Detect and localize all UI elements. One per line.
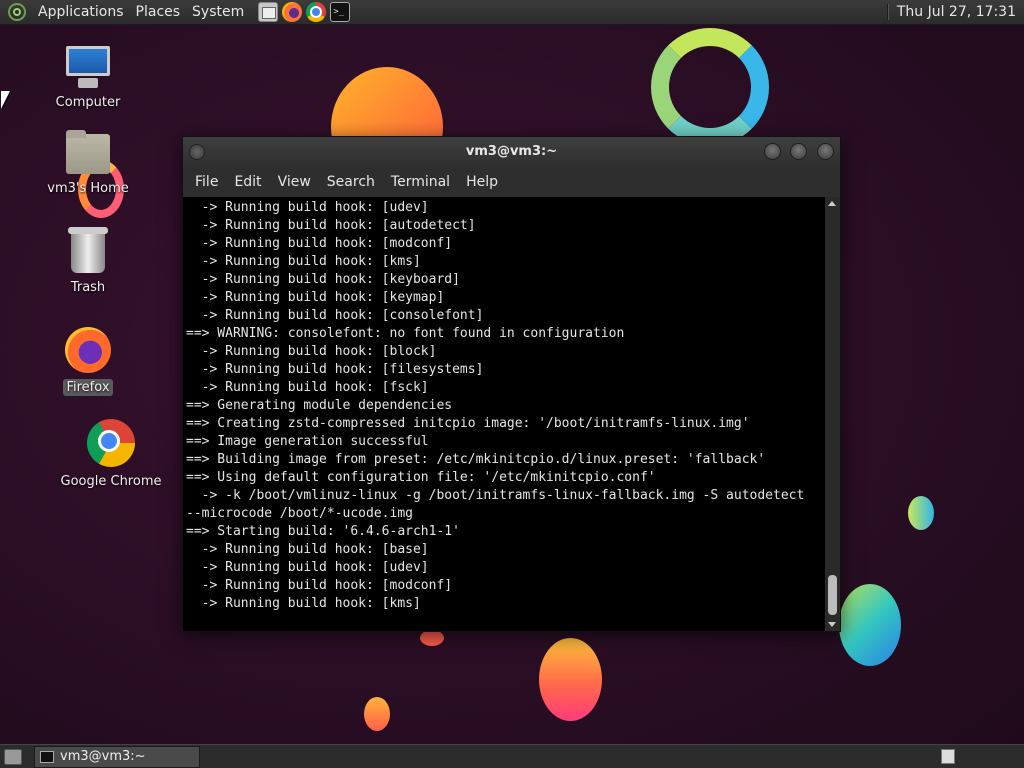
show-desktop-icon[interactable] <box>4 748 22 765</box>
menu-help[interactable]: Help <box>458 174 506 190</box>
clock[interactable]: Thu Jul 27, 17:31 <box>897 4 1024 20</box>
system-menu[interactable]: System <box>186 0 250 25</box>
terminal-line: ==> Image generation successful <box>186 434 429 449</box>
terminal-line: ==> Creating zstd-compressed initcpio im… <box>186 416 750 431</box>
terminal-line: --microcode /boot/*-ucode.img <box>186 506 413 521</box>
terminal-line: -> Running build hook: [kms] <box>186 254 421 269</box>
desktop-icon-label: Trash <box>70 280 106 295</box>
firefox-icon <box>65 327 111 373</box>
wallpaper-teal-blob <box>839 584 901 666</box>
close-button[interactable] <box>817 143 834 160</box>
trash-icon <box>68 227 108 273</box>
terminal-line: -> Running build hook: [filesystems] <box>186 362 484 377</box>
bottom-panel: vm3@vm3:~ <box>0 744 1024 768</box>
terminal-line: -> Running build hook: [udev] <box>186 200 429 215</box>
chrome-launcher-icon[interactable] <box>306 2 327 22</box>
terminal-line: -> Running build hook: [base] <box>186 542 429 557</box>
window-title: vm3@vm3:~ <box>465 144 558 159</box>
terminal-window[interactable]: vm3@vm3:~ File Edit View Search Terminal… <box>182 136 841 632</box>
terminal-line: ==> Starting build: '6.4.6-arch1-1' <box>186 524 460 539</box>
scroll-down-arrow-icon[interactable] <box>828 622 836 627</box>
scroll-up-arrow-icon[interactable] <box>828 201 836 206</box>
terminal-launcher-icon[interactable]: >_ <box>330 2 351 22</box>
panel-separator <box>886 4 889 20</box>
scrollbar-thumb[interactable] <box>828 575 837 615</box>
terminal-line: -> Running build hook: [modconf] <box>186 578 453 593</box>
wallpaper-pink-blob <box>539 638 602 721</box>
window-titlebar[interactable]: vm3@vm3:~ <box>183 137 840 167</box>
mouse-pointer-icon <box>1 91 10 109</box>
maximize-button[interactable] <box>790 143 807 160</box>
places-menu[interactable]: Places <box>130 0 187 25</box>
applications-logo-icon[interactable] <box>8 3 26 21</box>
top-panel: Applications Places System >_ Thu Jul 27… <box>0 0 1024 25</box>
minimize-button[interactable] <box>764 143 781 160</box>
desktop-icon-firefox[interactable]: Firefox <box>33 327 143 396</box>
terminal-line: -> Running build hook: [fsck] <box>186 380 429 395</box>
desktop-icon-home[interactable]: vm3's Home <box>33 130 143 197</box>
menu-search[interactable]: Search <box>319 174 383 190</box>
workspace-switcher[interactable] <box>941 749 955 764</box>
menu-file[interactable]: File <box>187 174 226 190</box>
terminal-line: -> -k /boot/vmlinuz-linux -g /boot/initr… <box>186 488 805 503</box>
taskbar-button-terminal[interactable]: vm3@vm3:~ <box>34 745 200 768</box>
terminal-line: ==> Building image from preset: /etc/mki… <box>186 452 766 467</box>
window-menubar: File Edit View Search Terminal Help <box>183 167 840 197</box>
desktop-icon-computer[interactable]: Computer <box>33 46 143 111</box>
terminal-line: ==> WARNING: consolefont: no font found … <box>186 326 625 341</box>
desktop-icon-label: vm3's Home <box>47 181 129 196</box>
terminal-line: -> Running build hook: [modconf] <box>186 236 453 251</box>
chrome-icon <box>87 419 135 467</box>
terminal-line: -> Running build hook: [kms] <box>186 596 421 611</box>
terminal-line: -> Running build hook: [autodetect] <box>186 218 476 233</box>
taskbar-button-label: vm3@vm3:~ <box>60 749 146 764</box>
terminal-line: ==> Generating module dependencies <box>186 398 453 413</box>
wallpaper-teal-dot <box>908 496 934 530</box>
files-launcher-icon[interactable] <box>258 2 279 22</box>
terminal-line: -> Running build hook: [keyboard] <box>186 272 460 287</box>
terminal-output[interactable]: -> Running build hook: [udev] -> Running… <box>183 197 825 631</box>
firefox-launcher-icon[interactable] <box>282 2 303 22</box>
terminal-line: -> Running build hook: [block] <box>186 344 437 359</box>
terminal-icon <box>40 750 54 763</box>
terminal-line: -> Running build hook: [udev] <box>186 560 429 575</box>
terminal-scrollbar[interactable] <box>825 197 840 631</box>
applications-menu[interactable]: Applications <box>32 0 130 25</box>
computer-icon <box>64 46 112 90</box>
desktop-icon-chrome[interactable]: Google Chrome <box>56 419 166 490</box>
desktop-icon-label: Firefox <box>63 379 113 396</box>
wallpaper-ring <box>651 28 769 146</box>
terminal-line: -> Running build hook: [keymap] <box>186 290 445 305</box>
desktop-icon-trash[interactable]: Trash <box>33 227 143 296</box>
desktop-icon-label: Google Chrome <box>60 474 162 489</box>
wallpaper-small-red-dot <box>420 630 444 646</box>
wallpaper-small-orange-dot <box>364 697 390 731</box>
home-folder-icon <box>66 130 110 174</box>
desktop-icon-label: Computer <box>55 95 121 110</box>
terminal-line: ==> Using default configuration file: '/… <box>186 470 656 485</box>
menu-view[interactable]: View <box>270 174 319 190</box>
menu-terminal[interactable]: Terminal <box>383 174 458 190</box>
terminal-line: -> Running build hook: [consolefont] <box>186 308 484 323</box>
menu-edit[interactable]: Edit <box>226 174 269 190</box>
